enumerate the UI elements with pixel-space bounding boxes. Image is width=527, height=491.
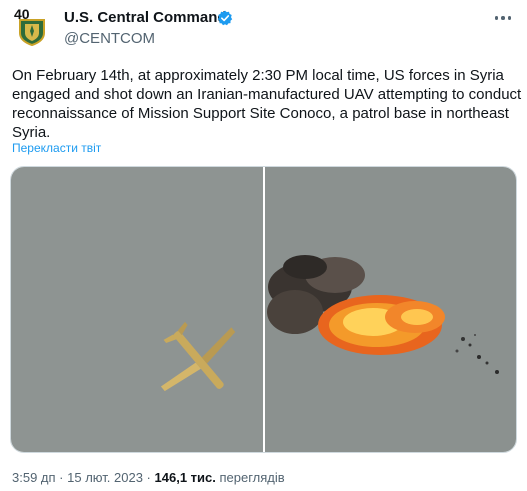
uav-in-flight-photo[interactable] bbox=[11, 167, 263, 452]
views-count: 146,1 тис. bbox=[154, 470, 216, 485]
meta-separator: · bbox=[59, 470, 64, 485]
avatar[interactable]: 40 bbox=[12, 6, 52, 47]
translate-tweet-link[interactable]: Перекласти твіт bbox=[12, 141, 101, 155]
account-handle[interactable]: @CENTCOM bbox=[64, 30, 155, 47]
media-grid bbox=[10, 166, 517, 453]
tweet-metadata: 3:59 дп · 15 лют. 2023 · 146,1 тис. пере… bbox=[12, 470, 285, 485]
tweet-time[interactable]: 3:59 дп bbox=[12, 470, 56, 485]
tweet-date[interactable]: 15 лют. 2023 bbox=[67, 470, 143, 485]
avatar-badge: 40 bbox=[14, 6, 30, 22]
verified-badge-icon bbox=[217, 10, 233, 26]
uav-explosion-photo[interactable] bbox=[265, 167, 516, 452]
tweet: 40 U.S. Central Command @CENTCOM On Febr… bbox=[0, 0, 527, 491]
account-name[interactable]: U.S. Central Command bbox=[64, 9, 227, 26]
tweet-text: On February 14th, at approximately 2:30 … bbox=[12, 67, 522, 141]
views-label: переглядів bbox=[219, 470, 285, 485]
more-options-icon[interactable] bbox=[490, 10, 516, 26]
meta-separator-2: · bbox=[146, 470, 151, 485]
